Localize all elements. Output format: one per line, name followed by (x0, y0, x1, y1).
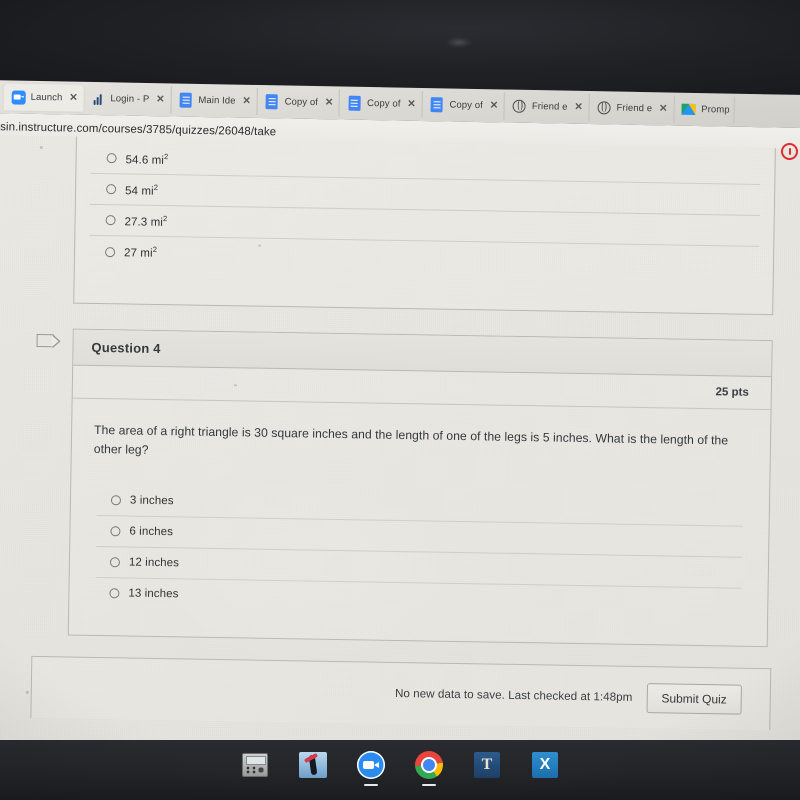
os-taskbar: T X (0, 740, 800, 800)
typing-app-icon: T (474, 752, 500, 778)
tab-title: Copy of (449, 99, 484, 112)
tab-title: Launch (30, 91, 63, 104)
answer-label: 12 inches (128, 556, 180, 570)
tab-close-icon[interactable]: ✕ (241, 96, 253, 107)
radio-button[interactable] (105, 246, 116, 257)
browser-tab-8[interactable]: Promp (673, 95, 735, 124)
question-text: The area of a right triangle is 30 squar… (93, 422, 729, 457)
browser-tab-3[interactable]: Copy of ✕ (257, 87, 341, 117)
radio-button[interactable] (106, 153, 117, 164)
google-docs-icon (178, 92, 193, 108)
question-flag-icon[interactable] (36, 333, 54, 348)
question-4-answer-list: 3 inches 6 inches 12 inches 13 inches (91, 484, 747, 634)
browser-tab-4[interactable]: Copy of ✕ (339, 89, 423, 119)
running-indicator (364, 784, 378, 786)
save-status-text: No new data to save. Last checked at 1:4… (394, 686, 633, 704)
taskbar-item-calculator[interactable] (240, 750, 270, 780)
tab-title: Friend e (531, 101, 568, 113)
tab-close-icon[interactable]: ✕ (657, 103, 669, 114)
xello-icon: X (532, 752, 558, 778)
google-drive-icon (681, 102, 696, 117)
globe-icon (596, 100, 611, 115)
submit-quiz-button[interactable]: Submit Quiz (646, 682, 742, 715)
question-4-card: Question 4 25 pts The area of a right tr… (67, 328, 773, 647)
quiz-page: 54.6 mi2 54 mi2 27.3 mi2 27 mi2 Question… (0, 135, 800, 754)
google-docs-icon (264, 94, 279, 110)
taskbar-icon-row: T X (0, 750, 800, 786)
tab-title: Copy of (284, 96, 319, 109)
radio-button[interactable] (105, 215, 116, 226)
tab-title: Main Ide (198, 94, 236, 107)
answer-label: 54.6 mi2 (125, 151, 169, 167)
tab-close-icon[interactable]: ✕ (488, 100, 500, 111)
quiz-footer-bar: No new data to save. Last checked at 1:4… (30, 655, 772, 731)
tab-close-icon[interactable]: ✕ (67, 92, 79, 104)
tab-title: Promp (701, 104, 730, 116)
taskbar-item-dancer-app[interactable] (298, 750, 328, 780)
globe-icon (512, 99, 527, 114)
radio-button[interactable] (110, 526, 121, 537)
radio-button[interactable] (109, 588, 120, 599)
google-docs-icon (429, 97, 444, 113)
tab-close-icon[interactable]: ✕ (154, 94, 166, 105)
browser-tab-2[interactable]: Main Ide ✕ (171, 86, 258, 115)
radio-button[interactable] (109, 557, 121, 568)
taskbar-item-typing-app[interactable]: T (472, 750, 502, 780)
question-title: Question 4 (91, 339, 161, 357)
running-indicator (422, 784, 436, 786)
previous-question-answers-card: 54.6 mi2 54 mi2 27.3 mi2 27 mi2 (73, 135, 777, 316)
answer-label: 3 inches (129, 494, 174, 508)
browser-tab-5[interactable]: Copy of ✕ (422, 91, 506, 120)
browser-tab-7[interactable]: Friend e ✕ (589, 94, 675, 123)
previous-question-answer-list: 54.6 mi2 54 mi2 27.3 mi2 27 mi2 (75, 135, 775, 278)
dancer-app-icon (299, 752, 327, 778)
laptop-screen-bezel (0, 0, 800, 95)
radio-button[interactable] (110, 495, 122, 506)
browser-tab-1[interactable]: Login - P ✕ (83, 84, 172, 114)
browser-tab-6[interactable]: Friend e ✕ (504, 92, 590, 122)
tab-close-icon[interactable]: ✕ (572, 102, 584, 113)
question-points: 25 pts (715, 386, 749, 399)
tab-close-icon[interactable]: ✕ (405, 99, 417, 110)
answer-label: 27.3 mi2 (124, 213, 168, 229)
zoom-icon (11, 89, 26, 105)
calculator-icon (242, 753, 268, 777)
radio-button[interactable] (106, 184, 117, 195)
clever-icon (90, 91, 105, 106)
chrome-icon (415, 751, 443, 779)
answer-label: 6 inches (129, 525, 174, 539)
dust-speck (233, 384, 237, 387)
tab-title: Login - P (110, 93, 150, 105)
dust-speck (39, 145, 43, 150)
dust-speck (258, 244, 262, 247)
answer-label: 13 inches (128, 587, 179, 601)
answer-label: 27 mi2 (123, 244, 158, 260)
browser-tab-0[interactable]: Launch ✕ (3, 83, 84, 112)
notification-badge-icon[interactable] (781, 143, 798, 160)
screen-glare (446, 38, 472, 47)
answer-label: 54 mi2 (124, 182, 159, 198)
tab-title: Friend e (616, 102, 653, 115)
taskbar-item-xello[interactable]: X (530, 750, 560, 780)
screenshot-root: ✕ Launch ✕ Login - P ✕ Main Ide ✕ Copy o… (0, 0, 800, 800)
tab-close-icon[interactable]: ✕ (323, 97, 335, 108)
taskbar-item-zoom[interactable] (356, 750, 386, 786)
taskbar-item-chrome[interactable] (414, 750, 444, 786)
zoom-app-icon (357, 751, 385, 779)
google-docs-icon (347, 95, 362, 111)
dust-speck (25, 690, 29, 694)
question-body: The area of a right triangle is 30 squar… (69, 399, 771, 646)
tab-title: Copy of (366, 97, 401, 110)
